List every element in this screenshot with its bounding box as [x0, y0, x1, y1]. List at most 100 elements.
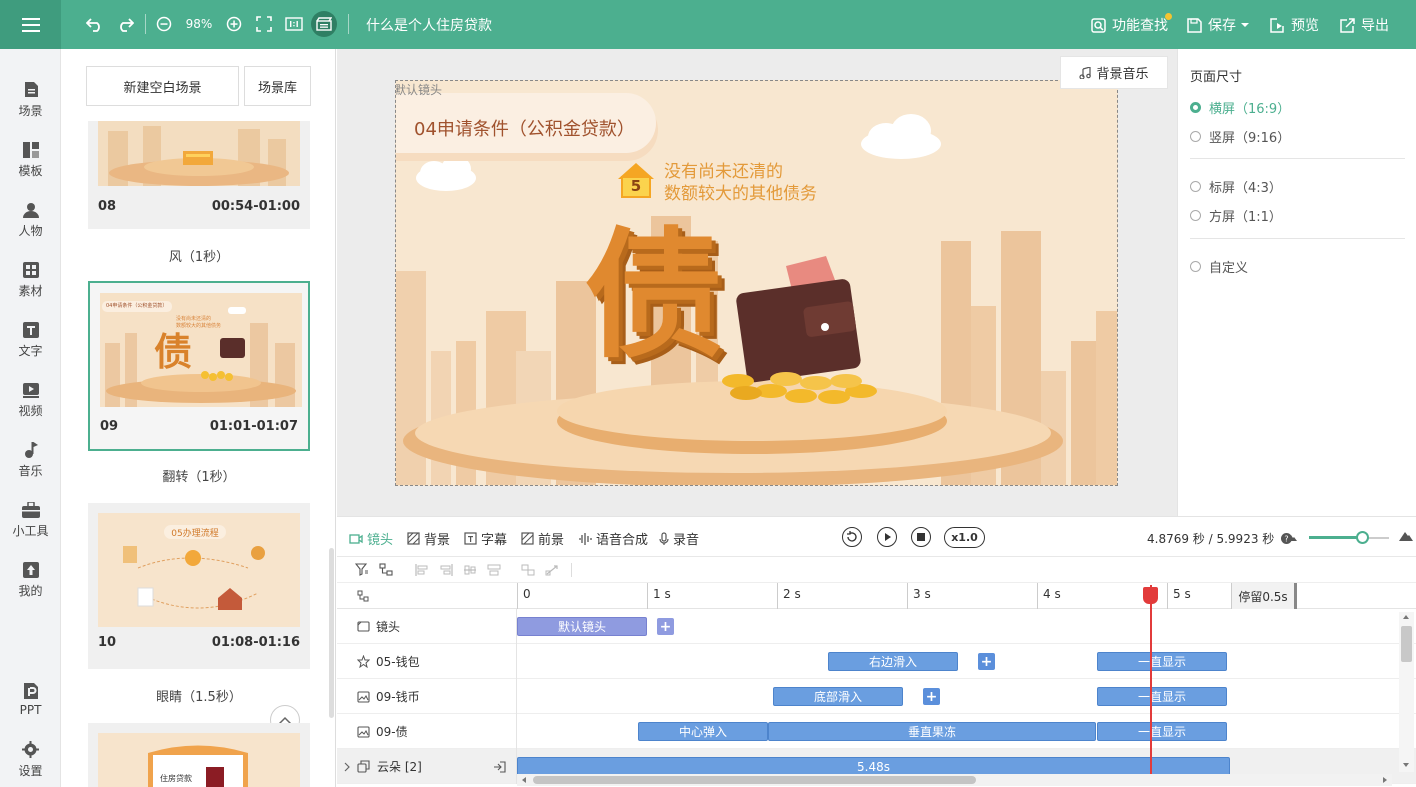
menu-button[interactable]: [0, 0, 61, 49]
track-label[interactable]: 09-钱币: [337, 679, 517, 714]
zoom-out-mountain-icon[interactable]: [1287, 533, 1297, 541]
ungroup-icon[interactable]: [545, 564, 559, 576]
timeline-clip[interactable]: 一直显示: [1097, 687, 1227, 706]
add-keyframe-button[interactable]: +: [923, 688, 940, 705]
zoom-in-mountain-icon[interactable]: [1399, 531, 1413, 541]
sidebar-item-ppt[interactable]: PPT: [0, 675, 61, 725]
timeline-clip[interactable]: 一直显示: [1097, 652, 1227, 671]
scrollbar-thumb[interactable]: [533, 776, 976, 784]
export-button[interactable]: 导出: [1340, 15, 1389, 35]
feature-search-button[interactable]: 功能查找: [1091, 15, 1168, 35]
zoom-out-button[interactable]: [154, 12, 174, 36]
sidebar-item-material[interactable]: 素材: [0, 255, 61, 305]
tab-foreground[interactable]: 前景: [521, 529, 564, 548]
scene-card-10[interactable]: 05办理流程 10 01:08-01:16: [88, 503, 310, 669]
badge-number[interactable]: 5: [622, 177, 650, 195]
timeline-clip[interactable]: 垂直果冻: [768, 722, 1096, 741]
track-label[interactable]: 09-债: [337, 714, 517, 749]
scene-transition[interactable]: 风（1秒）: [88, 246, 310, 265]
play-button[interactable]: [877, 527, 897, 547]
new-blank-scene-button[interactable]: 新建空白场景: [86, 66, 239, 106]
timeline-toolbar: [337, 557, 1416, 583]
left-sidebar: 场景 模板 人物 素材 文字 视频 音乐 小工具 我的 PPT 设置: [0, 49, 61, 787]
replay-button[interactable]: [842, 527, 862, 547]
timeline-clip[interactable]: 底部滑入: [773, 687, 903, 706]
save-button[interactable]: 保存: [1187, 15, 1250, 35]
scrollbar-thumb[interactable]: [1401, 626, 1412, 662]
condition-line-2[interactable]: 数额较大的其他债务: [664, 179, 817, 204]
track-label[interactable]: 镜头: [337, 609, 517, 644]
stop-button[interactable]: [911, 527, 931, 547]
tab-background[interactable]: 背景: [407, 529, 450, 548]
align-center-icon[interactable]: [439, 564, 453, 576]
page-size-custom[interactable]: 自定义: [1190, 257, 1248, 276]
page-size-square[interactable]: 方屏（1:1）: [1190, 206, 1282, 225]
actual-size-button[interactable]: [284, 12, 304, 36]
add-keyframe-button[interactable]: +: [657, 618, 674, 635]
slide-title[interactable]: 04申请条件（公积金贷款）: [414, 115, 635, 141]
sidebar-item-scene[interactable]: 场景: [0, 75, 61, 125]
person-icon: [22, 202, 39, 218]
add-keyframe-button[interactable]: +: [978, 653, 995, 670]
track-label[interactable]: 05-钱包: [337, 644, 517, 679]
align-left-icon[interactable]: [415, 564, 429, 576]
align-right-icon[interactable]: [463, 564, 477, 576]
sidebar-item-music[interactable]: 音乐: [0, 435, 61, 485]
scene-library-button[interactable]: 场景库: [244, 66, 311, 106]
page-size-landscape[interactable]: 横屏（16:9）: [1190, 98, 1290, 117]
chevron-down-icon: [1241, 23, 1249, 27]
group-icon[interactable]: [521, 564, 535, 576]
timeline-clip[interactable]: 一直显示: [1097, 722, 1227, 741]
scene-card-11[interactable]: 住房贷款: [88, 723, 310, 787]
tab-speech-synthesis[interactable]: 语音合成: [578, 529, 648, 548]
sidebar-item-text[interactable]: 文字: [0, 315, 61, 365]
tab-subtitle[interactable]: 字幕: [464, 529, 507, 548]
scene-transition[interactable]: 眼睛（1.5秒）: [88, 686, 310, 705]
debt-character[interactable]: 债: [584, 227, 724, 367]
preview-button[interactable]: 预览: [1270, 15, 1319, 35]
playback-speed-button[interactable]: x1.0: [944, 527, 985, 548]
timeline-clip[interactable]: 右边滑入: [828, 652, 958, 671]
ungroup-layer-icon[interactable]: [493, 761, 506, 773]
align-tree-icon[interactable]: [379, 563, 393, 576]
tab-recording[interactable]: 录音: [659, 529, 699, 548]
fullscreen-icon: [256, 16, 272, 32]
track-label[interactable]: 云朵 [2]: [337, 749, 517, 784]
playhead-handle[interactable]: [1143, 587, 1158, 604]
sidebar-item-person[interactable]: 人物: [0, 195, 61, 245]
redo-button[interactable]: [114, 12, 136, 36]
background-music-button[interactable]: 背景音乐: [1060, 56, 1168, 89]
scene-card-09[interactable]: 04申请条件（公积金贷款） 没有尚未还清的 数额较大的其他债务 债 09 01:…: [88, 281, 310, 451]
timeline-vertical-scrollbar[interactable]: [1399, 612, 1414, 772]
scene-transition[interactable]: 翻转（1秒）: [88, 466, 310, 485]
zoom-slider-knob[interactable]: [1356, 531, 1369, 544]
sidebar-item-video[interactable]: 视频: [0, 375, 61, 425]
sidebar-item-toolbox[interactable]: 小工具: [0, 495, 61, 545]
fullscreen-button[interactable]: [254, 12, 274, 36]
timeline-clip[interactable]: 中心弹入: [638, 722, 768, 741]
pause-duration[interactable]: 停留0.5s: [1231, 583, 1297, 609]
clapper-icon: [316, 17, 332, 31]
tracks-toggle-icon[interactable]: [357, 590, 369, 602]
page-size-portrait[interactable]: 竖屏（9:16）: [1190, 127, 1290, 146]
sidebar-item-template[interactable]: 模板: [0, 135, 61, 185]
timeline-horizontal-scrollbar[interactable]: [517, 774, 1392, 786]
document-title[interactable]: 什么是个人住房贷款: [366, 15, 492, 35]
filter-icon[interactable]: [355, 563, 369, 576]
time-ruler[interactable]: 0 1 s 2 s 3 s 4 s 5 s 停留0.5s: [337, 583, 1416, 609]
slide-stage[interactable]: 默认镜头 04申请条件（公积金贷款） 5 没有尚未还清的 数额较大的其他债务 债: [395, 80, 1118, 486]
playhead[interactable]: [1150, 585, 1152, 776]
keyboard-button[interactable]: [311, 11, 337, 37]
undo-button[interactable]: [84, 12, 106, 36]
sidebar-item-my[interactable]: 我的: [0, 555, 61, 605]
page-size-standard[interactable]: 标屏（4:3）: [1190, 177, 1282, 196]
timeline-clip[interactable]: 默认镜头: [517, 617, 647, 636]
scene-card-08[interactable]: 08 00:54-01:00: [88, 121, 310, 229]
sidebar-item-settings[interactable]: 设置: [0, 735, 61, 785]
ppt-icon: [23, 683, 38, 699]
zoom-in-button[interactable]: [224, 12, 244, 36]
ruler-label: 0: [523, 587, 531, 601]
tab-camera[interactable]: 镜头: [349, 529, 393, 548]
scene-panel-scrollbar[interactable]: [329, 548, 334, 718]
distribute-icon[interactable]: [487, 564, 501, 576]
